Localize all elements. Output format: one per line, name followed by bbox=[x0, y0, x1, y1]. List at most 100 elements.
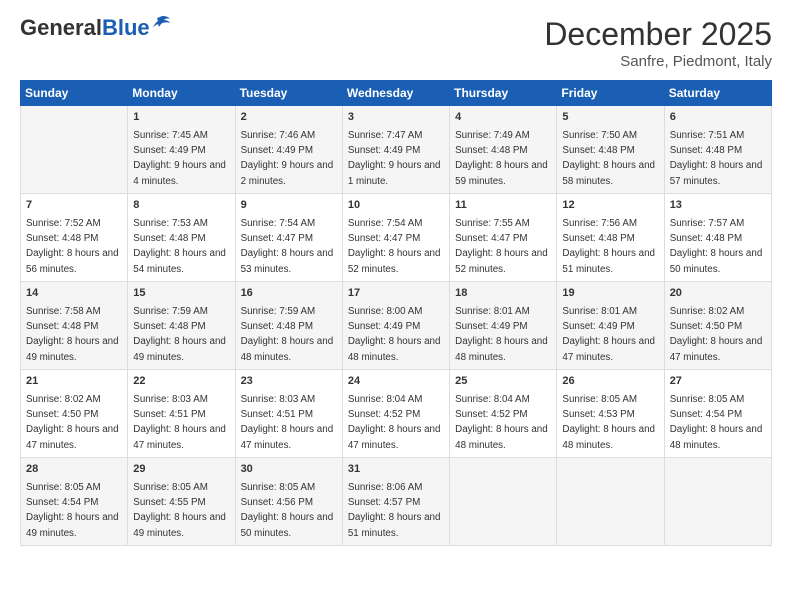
day-info: Sunrise: 7:58 AMSunset: 4:48 PMDaylight:… bbox=[26, 306, 119, 363]
day-number: 7 bbox=[26, 198, 122, 214]
day-number: 28 bbox=[26, 462, 122, 478]
day-info: Sunrise: 7:59 AMSunset: 4:48 PMDaylight:… bbox=[241, 306, 334, 363]
calendar-cell: 1Sunrise: 7:45 AMSunset: 4:49 PMDaylight… bbox=[128, 106, 235, 194]
calendar-week-row: 1Sunrise: 7:45 AMSunset: 4:49 PMDaylight… bbox=[21, 106, 772, 194]
calendar-cell bbox=[557, 458, 664, 546]
day-number: 11 bbox=[455, 198, 551, 214]
calendar-cell: 20 Sunrise: 8:02 AMSunset: 4:50 PMDayligh… bbox=[664, 282, 771, 370]
calendar-cell: 29Sunrise: 8:05 AMSunset: 4:55 PMDayligh… bbox=[128, 458, 235, 546]
calendar-cell: 31Sunrise: 8:06 AMSunset: 4:57 PMDayligh… bbox=[342, 458, 449, 546]
calendar-cell: 19Sunrise: 8:01 AMSunset: 4:49 PMDayligh… bbox=[557, 282, 664, 370]
day-info: Sunrise: 8:02 AMSunset: 4:50 PMDaylight:… bbox=[26, 394, 119, 451]
day-number: 17 bbox=[348, 286, 444, 302]
day-info: Sunrise: 8:05 AMSunset: 4:54 PMDaylight:… bbox=[26, 482, 119, 539]
day-info: Sunrise: 8:02 AMSunset: 4:50 PMDaylight:… bbox=[670, 306, 763, 363]
logo: GeneralBlue bbox=[20, 16, 174, 40]
calendar-cell: 7Sunrise: 7:52 AMSunset: 4:48 PMDaylight… bbox=[21, 194, 128, 282]
calendar-cell: 10Sunrise: 7:54 AMSunset: 4:47 PMDayligh… bbox=[342, 194, 449, 282]
calendar-header-row: Sunday Monday Tuesday Wednesday Thursday… bbox=[21, 81, 772, 106]
calendar-table: Sunday Monday Tuesday Wednesday Thursday… bbox=[20, 80, 772, 546]
calendar-cell: 13 Sunrise: 7:57 AMSunset: 4:48 PMDayligh… bbox=[664, 194, 771, 282]
day-info: Sunrise: 7:54 AMSunset: 4:47 PMDaylight:… bbox=[241, 218, 334, 275]
day-number: 20 bbox=[670, 286, 766, 302]
calendar-cell: 15 Sunrise: 7:59 AMSunset: 4:48 PMDayligh… bbox=[128, 282, 235, 370]
day-info: Sunrise: 7:47 AMSunset: 4:49 PMDaylight:… bbox=[348, 130, 441, 187]
day-number: 22 bbox=[133, 374, 229, 390]
day-info: Sunrise: 8:05 AMSunset: 4:54 PMDaylight:… bbox=[670, 394, 763, 451]
location-subtitle: Sanfre, Piedmont, Italy bbox=[544, 53, 772, 70]
day-info: Sunrise: 7:54 AMSunset: 4:47 PMDaylight:… bbox=[348, 218, 441, 275]
calendar-cell bbox=[21, 106, 128, 194]
day-number: 2 bbox=[241, 110, 337, 126]
day-number: 23 bbox=[241, 374, 337, 390]
calendar-week-row: 28 Sunrise: 8:05 AMSunset: 4:54 PMDayligh… bbox=[21, 458, 772, 546]
header-friday: Friday bbox=[557, 81, 664, 106]
title-block: December 2025 Sanfre, Piedmont, Italy bbox=[544, 16, 772, 70]
day-number: 4 bbox=[455, 110, 551, 126]
day-info: Sunrise: 7:50 AMSunset: 4:48 PMDaylight:… bbox=[562, 130, 655, 187]
day-info: Sunrise: 7:51 AMSunset: 4:48 PMDaylight:… bbox=[670, 130, 763, 187]
logo-blue-text: Blue bbox=[102, 15, 150, 40]
day-info: Sunrise: 7:46 AMSunset: 4:49 PMDaylight:… bbox=[241, 130, 334, 187]
calendar-cell: 23 Sunrise: 8:03 AMSunset: 4:51 PMDayligh… bbox=[235, 370, 342, 458]
day-info: Sunrise: 7:57 AMSunset: 4:48 PMDaylight:… bbox=[670, 218, 763, 275]
logo-bird-icon bbox=[152, 13, 174, 35]
calendar-week-row: 21Sunrise: 8:02 AMSunset: 4:50 PMDayligh… bbox=[21, 370, 772, 458]
calendar-cell: 18Sunrise: 8:01 AMSunset: 4:49 PMDayligh… bbox=[450, 282, 557, 370]
day-number: 19 bbox=[562, 286, 658, 302]
day-info: Sunrise: 8:04 AMSunset: 4:52 PMDaylight:… bbox=[455, 394, 548, 451]
day-number: 6 bbox=[670, 110, 766, 126]
calendar-week-row: 7Sunrise: 7:52 AMSunset: 4:48 PMDaylight… bbox=[21, 194, 772, 282]
day-number: 8 bbox=[133, 198, 229, 214]
day-number: 26 bbox=[562, 374, 658, 390]
day-info: Sunrise: 8:06 AMSunset: 4:57 PMDaylight:… bbox=[348, 482, 441, 539]
calendar-cell: 22 Sunrise: 8:03 AMSunset: 4:51 PMDayligh… bbox=[128, 370, 235, 458]
header-monday: Monday bbox=[128, 81, 235, 106]
day-number: 16 bbox=[241, 286, 337, 302]
calendar-cell: 9Sunrise: 7:54 AMSunset: 4:47 PMDaylight… bbox=[235, 194, 342, 282]
day-number: 13 bbox=[670, 198, 766, 214]
day-number: 3 bbox=[348, 110, 444, 126]
calendar-cell: 27Sunrise: 8:05 AMSunset: 4:54 PMDayligh… bbox=[664, 370, 771, 458]
day-number: 25 bbox=[455, 374, 551, 390]
header-tuesday: Tuesday bbox=[235, 81, 342, 106]
day-info: Sunrise: 8:05 AMSunset: 4:53 PMDaylight:… bbox=[562, 394, 655, 451]
calendar-cell: 28 Sunrise: 8:05 AMSunset: 4:54 PMDayligh… bbox=[21, 458, 128, 546]
day-info: Sunrise: 7:56 AMSunset: 4:48 PMDaylight:… bbox=[562, 218, 655, 275]
calendar-cell: 6 Sunrise: 7:51 AMSunset: 4:48 PMDaylight… bbox=[664, 106, 771, 194]
day-info: Sunrise: 7:55 AMSunset: 4:47 PMDaylight:… bbox=[455, 218, 548, 275]
header-sunday: Sunday bbox=[21, 81, 128, 106]
day-number: 30 bbox=[241, 462, 337, 478]
calendar-cell bbox=[664, 458, 771, 546]
day-info: Sunrise: 7:53 AMSunset: 4:48 PMDaylight:… bbox=[133, 218, 226, 275]
page: GeneralBlue December 2025 Sanfre, Piedmo… bbox=[0, 0, 792, 612]
calendar-cell: 17 Sunrise: 8:00 AMSunset: 4:49 PMDayligh… bbox=[342, 282, 449, 370]
calendar-cell: 26 Sunrise: 8:05 AMSunset: 4:53 PMDayligh… bbox=[557, 370, 664, 458]
day-number: 24 bbox=[348, 374, 444, 390]
calendar-cell: 11 Sunrise: 7:55 AMSunset: 4:47 PMDayligh… bbox=[450, 194, 557, 282]
day-info: Sunrise: 7:49 AMSunset: 4:48 PMDaylight:… bbox=[455, 130, 548, 187]
calendar-cell: 16 Sunrise: 7:59 AMSunset: 4:48 PMDayligh… bbox=[235, 282, 342, 370]
calendar-week-row: 14Sunrise: 7:58 AMSunset: 4:48 PMDayligh… bbox=[21, 282, 772, 370]
calendar-cell: 2 Sunrise: 7:46 AMSunset: 4:49 PMDaylight… bbox=[235, 106, 342, 194]
day-info: Sunrise: 7:59 AMSunset: 4:48 PMDaylight:… bbox=[133, 306, 226, 363]
month-title: December 2025 bbox=[544, 16, 772, 53]
day-info: Sunrise: 8:03 AMSunset: 4:51 PMDaylight:… bbox=[133, 394, 226, 451]
calendar-cell: 12 Sunrise: 7:56 AMSunset: 4:48 PMDayligh… bbox=[557, 194, 664, 282]
calendar-cell: 30 Sunrise: 8:05 AMSunset: 4:56 PMDayligh… bbox=[235, 458, 342, 546]
day-number: 12 bbox=[562, 198, 658, 214]
logo-general-text: General bbox=[20, 15, 102, 40]
day-number: 15 bbox=[133, 286, 229, 302]
header-wednesday: Wednesday bbox=[342, 81, 449, 106]
day-number: 1 bbox=[133, 110, 229, 126]
calendar-cell: 3 Sunrise: 7:47 AMSunset: 4:49 PMDaylight… bbox=[342, 106, 449, 194]
day-info: Sunrise: 8:00 AMSunset: 4:49 PMDaylight:… bbox=[348, 306, 441, 363]
header-thursday: Thursday bbox=[450, 81, 557, 106]
day-info: Sunrise: 8:03 AMSunset: 4:51 PMDaylight:… bbox=[241, 394, 334, 451]
calendar-cell: 4 Sunrise: 7:49 AMSunset: 4:48 PMDaylight… bbox=[450, 106, 557, 194]
day-info: Sunrise: 8:05 AMSunset: 4:56 PMDaylight:… bbox=[241, 482, 334, 539]
calendar-cell: 5 Sunrise: 7:50 AMSunset: 4:48 PMDaylight… bbox=[557, 106, 664, 194]
day-number: 5 bbox=[562, 110, 658, 126]
calendar-cell: 24Sunrise: 8:04 AMSunset: 4:52 PMDayligh… bbox=[342, 370, 449, 458]
header-saturday: Saturday bbox=[664, 81, 771, 106]
